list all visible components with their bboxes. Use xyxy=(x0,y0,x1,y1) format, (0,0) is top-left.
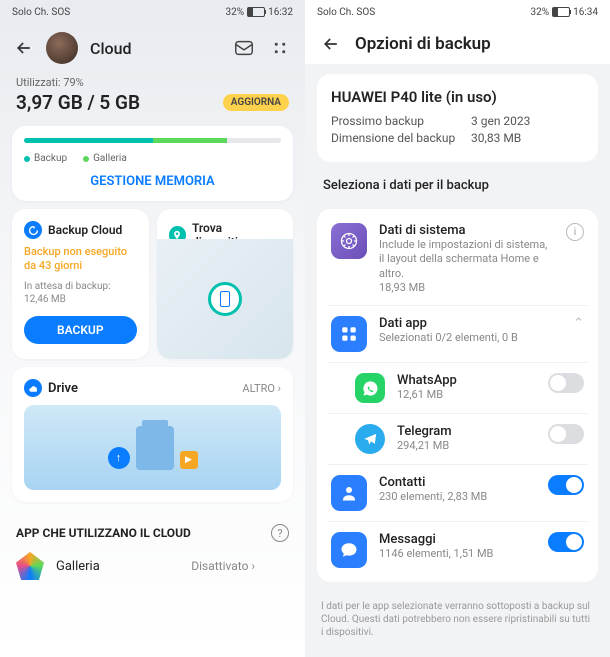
row-system-data[interactable]: Dati di sistema Include le impostazioni … xyxy=(327,213,588,305)
drive-illustration: ↑ ▶ xyxy=(24,405,281,490)
toggle-whatsapp[interactable] xyxy=(548,373,584,393)
item-title: WhatsApp xyxy=(397,373,530,388)
footer-note: I dati per le app selezionate verranno s… xyxy=(305,592,610,647)
battery-icon xyxy=(247,7,265,17)
app-status: Disattivato › xyxy=(191,559,255,573)
time: 16:32 xyxy=(268,7,293,18)
toggle-contacts[interactable] xyxy=(548,475,584,495)
app-name: Galleria xyxy=(56,559,179,574)
apps-icon xyxy=(331,316,367,352)
item-sub: 12,61 MB xyxy=(397,388,530,402)
backup-title: Backup Cloud xyxy=(48,223,122,237)
help-icon[interactable]: ? xyxy=(271,524,289,542)
back-button[interactable] xyxy=(14,38,34,58)
battery-pct: 32% xyxy=(531,7,550,18)
item-sub: Selezionati 0/2 elementi, 0 B xyxy=(379,331,555,345)
chevron-up-icon: ⌃ xyxy=(573,316,584,331)
item-sub: 1146 elementi, 1,51 MB xyxy=(379,547,530,561)
item-sub: 294,21 MB xyxy=(397,439,530,453)
more-icon[interactable] xyxy=(269,37,291,59)
storage-card: Backup Galleria GESTIONE MEMORIA xyxy=(12,126,293,201)
backup-size-value: 30,83 MB xyxy=(471,131,521,145)
row-whatsapp[interactable]: WhatsApp 12,61 MB xyxy=(327,362,588,413)
play-icon: ▶ xyxy=(180,451,198,469)
device-card: HUAWEI P40 lite (in uso) Prossimo backup… xyxy=(317,74,598,162)
row-contacts[interactable]: Contatti 230 elementi, 2,83 MB xyxy=(327,464,588,521)
backup-button[interactable]: BACKUP xyxy=(24,316,137,344)
status-bar: Solo Ch. SOS 32% 16:32 xyxy=(0,0,305,24)
header: Cloud xyxy=(0,24,305,72)
upload-icon: ↑ xyxy=(108,447,130,469)
item-title: Contatti xyxy=(379,475,530,490)
drive-card[interactable]: Drive ALTRO › ↑ ▶ xyxy=(12,367,293,502)
toggle-telegram[interactable] xyxy=(548,424,584,444)
row-telegram[interactable]: Telegram 294,21 MB xyxy=(327,413,588,464)
page-title: Opzioni di backup xyxy=(355,34,491,54)
select-data-title: Seleziona i dati per il backup xyxy=(305,172,610,199)
backup-warning: Backup non eseguito da 43 giorni xyxy=(24,245,137,274)
app-row-galleria[interactable]: Galleria Disattivato › xyxy=(0,540,271,592)
backup-cloud-card[interactable]: Backup Cloud Backup non eseguito da 43 g… xyxy=(12,209,149,359)
galleria-icon xyxy=(16,552,44,580)
messages-icon xyxy=(331,532,367,568)
toggle-messages[interactable] xyxy=(548,532,584,552)
drive-icon xyxy=(24,379,42,397)
battery-icon xyxy=(552,7,570,17)
page-title: Cloud xyxy=(90,39,221,58)
usage-text: 3,97 GB / 5 GB xyxy=(16,91,140,114)
carrier: Solo Ch. SOS xyxy=(12,7,70,18)
phone-marker-icon xyxy=(208,282,242,316)
info-icon[interactable]: i xyxy=(566,223,584,241)
backup-icon xyxy=(24,221,42,239)
carrier: Solo Ch. SOS xyxy=(317,7,375,18)
avatar[interactable] xyxy=(46,32,78,64)
item-size: 18,93 MB xyxy=(379,281,548,295)
folder-icon xyxy=(136,426,174,470)
usage-label: Utilizzati: 79% xyxy=(16,76,289,89)
storage-progress xyxy=(24,138,281,143)
item-title: Dati di sistema xyxy=(379,223,548,238)
row-messages[interactable]: Messaggi 1146 elementi, 1,51 MB xyxy=(327,521,588,578)
legend-galleria: Galleria xyxy=(83,153,127,164)
update-button[interactable]: AGGIORNA xyxy=(223,94,289,111)
telegram-icon xyxy=(355,424,385,454)
find-device-card[interactable]: Trova dispositivo xyxy=(157,209,294,359)
back-button[interactable] xyxy=(321,34,341,54)
backup-pending: In attesa di backup: 12,46 MB xyxy=(24,280,137,306)
row-app-data[interactable]: Dati app Selezionati 0/2 elementi, 0 B ⌃ xyxy=(327,305,588,362)
header: Opzioni di backup xyxy=(305,24,610,64)
time: 16:34 xyxy=(573,7,598,18)
whatsapp-icon xyxy=(355,373,385,403)
item-title: Messaggi xyxy=(379,532,530,547)
mail-icon[interactable] xyxy=(233,37,255,59)
system-icon xyxy=(331,223,367,259)
map-preview xyxy=(157,239,294,359)
section-title: APP CHE UTILIZZANO IL CLOUD xyxy=(0,510,305,540)
item-title: Telegram xyxy=(397,424,530,439)
legend-backup: Backup xyxy=(24,153,67,164)
contacts-icon xyxy=(331,475,367,511)
cloud-apps-section: ? APP CHE UTILIZZANO IL CLOUD Galleria D… xyxy=(0,510,305,592)
backup-items-card: Dati di sistema Include le impostazioni … xyxy=(317,209,598,582)
status-bar: Solo Ch. SOS 32% 16:34 xyxy=(305,0,610,24)
next-backup-label: Prossimo backup xyxy=(331,114,471,128)
item-sub: 230 elementi, 2,83 MB xyxy=(379,490,530,504)
next-backup-value: 3 gen 2023 xyxy=(471,114,530,128)
battery-pct: 32% xyxy=(226,7,245,18)
item-sub: Include le impostazioni di sistema, il l… xyxy=(379,238,548,281)
drive-more-link[interactable]: ALTRO › xyxy=(242,382,281,395)
item-title: Dati app xyxy=(379,316,555,331)
device-name: HUAWEI P40 lite (in uso) xyxy=(331,88,584,106)
backup-size-label: Dimensione del backup xyxy=(331,131,471,145)
manage-storage-link[interactable]: GESTIONE MEMORIA xyxy=(24,174,281,189)
drive-title: Drive xyxy=(48,381,78,396)
